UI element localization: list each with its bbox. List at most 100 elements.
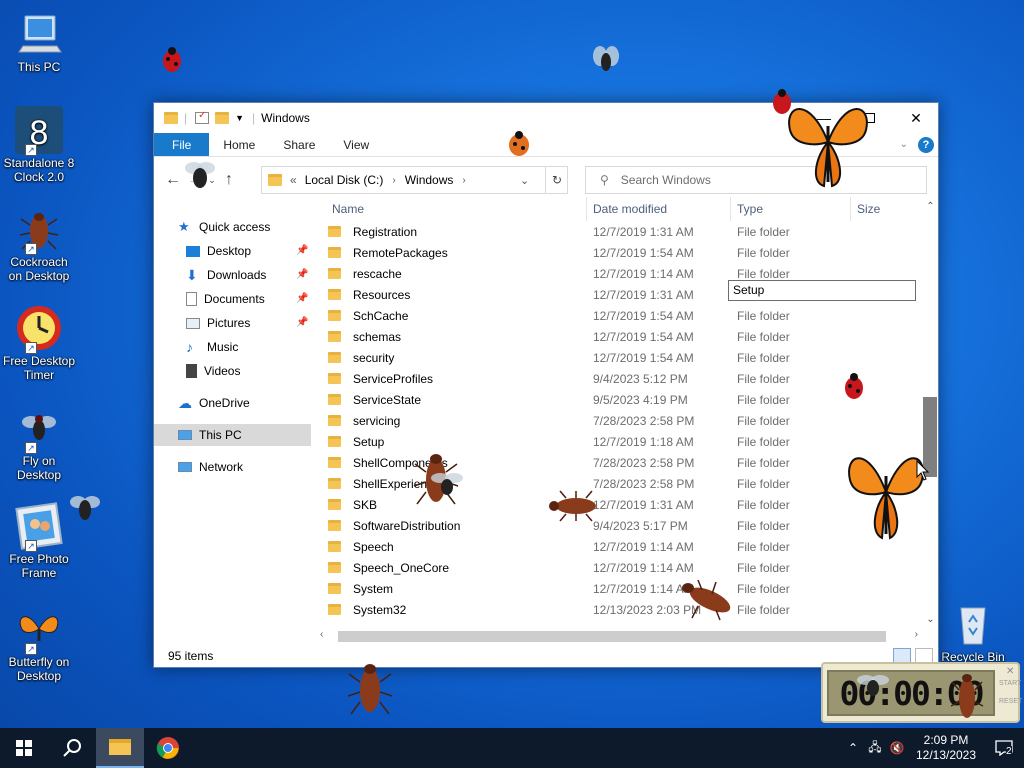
- table-row[interactable]: Speech_OneCore 12/7/2019 1:14 AM File fold…: [324, 557, 924, 578]
- desktop-icon-fly[interactable]: ↗ Fly on Desktop: [2, 404, 76, 482]
- volume-muted-icon[interactable]: 🔇: [886, 741, 908, 755]
- tab-view[interactable]: View: [329, 133, 383, 156]
- table-row[interactable]: security 12/7/2019 1:54 AM File folder: [324, 347, 924, 368]
- tab-share[interactable]: Share: [269, 133, 329, 156]
- help-icon[interactable]: ?: [918, 133, 938, 156]
- up-button[interactable]: ↑: [218, 171, 240, 189]
- address-bar[interactable]: « Local Disk (C:) › Windows › ⌄: [261, 166, 568, 194]
- search-icon[interactable]: [48, 728, 96, 768]
- desktop-icon-this-pc[interactable]: This PC: [2, 10, 76, 74]
- pin-icon[interactable]: 📌: [296, 245, 308, 256]
- file-explorer-icon[interactable]: [96, 728, 144, 768]
- desktop-icon-butterfly[interactable]: ↗ Butterfly on Desktop: [2, 605, 76, 683]
- table-row[interactable]: schemas 12/7/2019 1:54 AM File folder: [324, 326, 924, 347]
- pin-icon[interactable]: 📌: [296, 293, 308, 304]
- column-header-name[interactable]: Name: [332, 197, 364, 221]
- tab-file[interactable]: File: [154, 133, 210, 156]
- table-row[interactable]: Registration 12/7/2019 1:31 AM File folder: [324, 221, 924, 242]
- table-row[interactable]: Speech 12/7/2019 1:14 AM File folder: [324, 536, 924, 557]
- scroll-down-icon[interactable]: ⌄: [922, 614, 939, 625]
- nav-music[interactable]: ♪ Music: [186, 336, 238, 358]
- pin-icon[interactable]: 📌: [296, 317, 308, 328]
- chrome-icon[interactable]: [144, 728, 192, 768]
- table-row[interactable]: SchCache 12/7/2019 1:54 AM File folder: [324, 305, 924, 326]
- breadcrumb-windows[interactable]: Windows: [405, 173, 454, 187]
- properties-icon[interactable]: ✓: [195, 110, 210, 124]
- table-row[interactable]: ServiceState 9/5/2023 4:19 PM File folder: [324, 389, 924, 410]
- horizontal-scrollbar[interactable]: ‹ ›: [320, 628, 922, 644]
- desktop-icon-recycle-bin[interactable]: Recycle Bin: [936, 600, 1010, 662]
- close-button[interactable]: ✕: [893, 103, 939, 133]
- folder-icon: [328, 394, 341, 405]
- column-divider[interactable]: [730, 197, 731, 221]
- folder-icon: [328, 436, 341, 447]
- desktop-icon-standalone-clock[interactable]: 8 ↗ Standalone 8 Clock 2.0: [2, 106, 76, 184]
- chevron-right-icon[interactable]: ›: [462, 175, 465, 186]
- timer-icon: ↗: [15, 304, 63, 354]
- file-date: 9/4/2023 5:12 PM: [593, 371, 688, 386]
- column-divider[interactable]: [850, 197, 851, 221]
- nav-desktop[interactable]: Desktop: [186, 240, 251, 262]
- start-icon[interactable]: [0, 728, 48, 768]
- nav-videos[interactable]: Videos: [186, 360, 240, 382]
- download-icon: ⬇: [186, 267, 198, 283]
- file-date: 12/7/2019 1:14 AM: [593, 266, 694, 281]
- horizontal-scroll-thumb[interactable]: [338, 631, 886, 642]
- refresh-button[interactable]: ↻: [545, 166, 568, 194]
- desktop-icon-cockroach[interactable]: ↗ Cockroach on Desktop: [2, 205, 76, 283]
- nav-quick-access[interactable]: ★ Quick access: [178, 216, 270, 238]
- photo-frame-icon: ↗: [15, 502, 63, 552]
- desktop-icon-free-desktop-timer[interactable]: ↗ Free Desktop Timer: [2, 304, 76, 382]
- timer-reset-label[interactable]: RESET: [999, 698, 1022, 705]
- column-header-type[interactable]: Type: [737, 197, 763, 221]
- table-row[interactable]: System32 12/13/2023 2:03 PM File folder: [324, 599, 924, 620]
- column-divider[interactable]: [586, 197, 587, 221]
- table-row[interactable]: servicing 7/28/2023 2:58 PM File folder: [324, 410, 924, 431]
- back-button[interactable]: ←: [162, 171, 184, 189]
- customize-qat-icon[interactable]: ▼: [235, 113, 244, 123]
- timer-start-label[interactable]: START: [999, 680, 1021, 687]
- address-overflow[interactable]: «: [290, 173, 297, 187]
- chevron-up-icon[interactable]: ⌃: [842, 741, 864, 755]
- nav-network[interactable]: Network: [178, 456, 243, 478]
- table-row[interactable]: SoftwareDistribution 9/4/2023 5:17 PM File…: [324, 515, 924, 536]
- pin-icon[interactable]: 📌: [296, 269, 308, 280]
- folder-icon: [328, 415, 341, 426]
- new-folder-icon[interactable]: [215, 112, 230, 124]
- file-name: RemotePackages: [353, 245, 448, 260]
- table-row[interactable]: ServiceProfiles 9/4/2023 5:12 PM File fold…: [324, 368, 924, 389]
- clock[interactable]: 2:09 PM 12/13/2023: [908, 733, 984, 763]
- scroll-up-icon[interactable]: ⌃: [922, 201, 939, 212]
- scroll-left-icon[interactable]: ‹: [320, 629, 323, 640]
- expand-ribbon-icon[interactable]: ⌄: [900, 133, 918, 156]
- desktop-icon-photo-frame[interactable]: ↗ Free Photo Frame: [2, 502, 76, 580]
- column-header-size[interactable]: Size: [857, 197, 880, 221]
- music-icon: ♪: [186, 339, 193, 355]
- column-header-date[interactable]: Date modified: [593, 197, 667, 221]
- nav-pictures[interactable]: Pictures: [186, 312, 250, 334]
- file-name: security: [353, 350, 395, 365]
- scroll-right-icon[interactable]: ›: [915, 629, 918, 640]
- ladybug-icon: [845, 373, 863, 399]
- desktop-timer-widget[interactable]: 00:00:00 START RESET ✕: [821, 662, 1022, 723]
- nav-documents[interactable]: Documents: [186, 288, 265, 310]
- table-row[interactable]: System 12/7/2019 1:14 AM File folder: [324, 578, 924, 599]
- nav-downloads[interactable]: ⬇ Downloads: [186, 264, 266, 286]
- butterfly-icon: [788, 108, 868, 188]
- rename-field[interactable]: Setup: [728, 280, 916, 301]
- folder-icon: [328, 247, 341, 258]
- notifications-icon[interactable]: 2: [984, 728, 1024, 768]
- chevron-right-icon[interactable]: ›: [392, 175, 395, 186]
- nav-onedrive[interactable]: ☁ OneDrive: [178, 392, 250, 414]
- network-icon[interactable]: 🖧: [864, 738, 886, 759]
- tab-home[interactable]: Home: [209, 133, 269, 156]
- file-type: File folder: [737, 350, 790, 365]
- nav-this-pc[interactable]: This PC: [154, 424, 311, 446]
- taskbar: ⌃ 🖧 🔇 2:09 PM 12/13/2023 2: [0, 728, 1024, 768]
- vertical-scrollbar[interactable]: ⌃ ⌄: [922, 201, 939, 625]
- table-row[interactable]: RemotePackages 12/7/2019 1:54 AM File fold…: [324, 242, 924, 263]
- file-date: 7/28/2023 2:58 PM: [593, 413, 695, 428]
- address-dropdown-icon[interactable]: ⌄: [520, 174, 529, 187]
- timer-close-icon[interactable]: ✕: [1006, 666, 1014, 677]
- breadcrumb-local-disk[interactable]: Local Disk (C:): [305, 173, 384, 187]
